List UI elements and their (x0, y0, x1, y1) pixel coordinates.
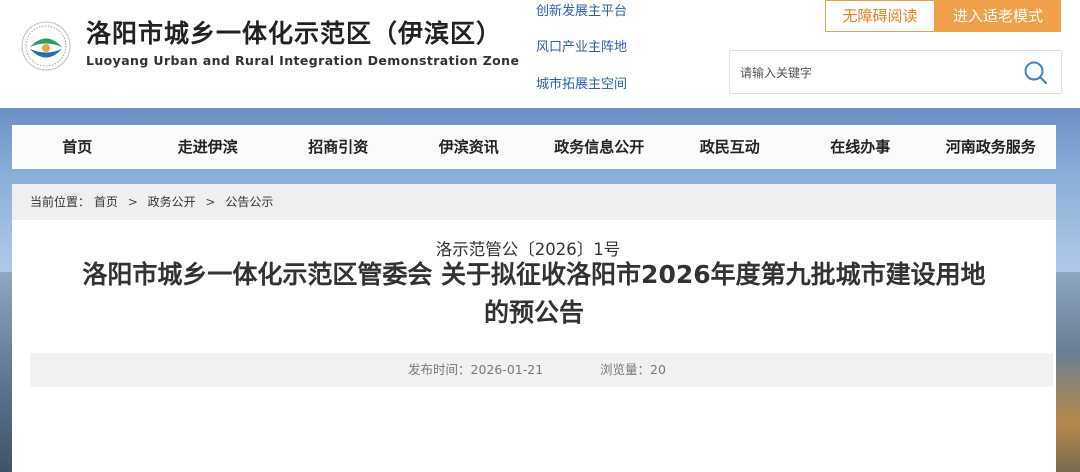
view-count: 浏览量：20 (600, 362, 666, 377)
site-header: 洛阳市城乡一体化示范区（伊滨区） Luoyang Urban and Rural… (0, 0, 1080, 108)
site-subtitle: Luoyang Urban and Rural Integration Demo… (86, 53, 520, 68)
nav-item-investment[interactable]: 招商引资 (273, 125, 404, 169)
breadcrumb-gov-open[interactable]: 政务公开 (148, 195, 196, 209)
nav-item-interaction[interactable]: 政民互动 (665, 125, 796, 169)
nav-item-home[interactable]: 首页 (12, 125, 143, 169)
quick-link-city-expansion[interactable]: 城市拓展主空间 (536, 73, 627, 92)
article-title: 洛阳市城乡一体化示范区管委会 关于拟征收洛阳市2026年度第九批城市建设用地的预… (82, 260, 986, 327)
nav-item-gov-info[interactable]: 政务信息公开 (534, 125, 665, 169)
search-input[interactable] (740, 61, 1010, 85)
breadcrumb-separator: > (127, 195, 138, 209)
logo-icon[interactable] (20, 20, 72, 72)
accessibility-reading-button[interactable]: 无障碍阅读 (825, 0, 935, 32)
elder-mode-button[interactable]: 进入适老模式 (935, 0, 1061, 32)
quick-link-industry[interactable]: 风口产业主阵地 (536, 36, 627, 55)
breadcrumb-separator: > (205, 195, 216, 209)
document-number: 洛示范管公〔2026〕1号 (435, 240, 621, 259)
breadcrumb-notices[interactable]: 公告公示 (225, 195, 273, 209)
search-box (729, 50, 1062, 94)
publish-time: 发布时间：2026-01-21 (408, 362, 544, 377)
nav-item-news[interactable]: 伊滨资讯 (404, 125, 535, 169)
main-nav: 首页 走进伊滨 招商引资 伊滨资讯 政务信息公开 政民互动 在线办事 河南政务服… (12, 125, 1056, 169)
article-meta: 发布时间：2026-01-21 浏览量：20 (30, 353, 1053, 387)
nav-item-about-yibin[interactable]: 走进伊滨 (143, 125, 274, 169)
breadcrumb-prefix: 当前位置： (30, 195, 91, 209)
breadcrumb: 当前位置： 首页 > 政务公开 > 公告公示 (12, 184, 1056, 220)
article-panel: 当前位置： 首页 > 政务公开 > 公告公示 洛阳市城乡一体化示范区管委会 关于… (12, 184, 1056, 472)
breadcrumb-home[interactable]: 首页 (94, 195, 118, 209)
site-title: 洛阳市城乡一体化示范区（伊滨区） (86, 19, 503, 48)
nav-item-online-services[interactable]: 在线办事 (795, 125, 926, 169)
search-icon[interactable] (1023, 60, 1049, 86)
quick-link-innovation[interactable]: 创新发展主平台 (536, 0, 627, 19)
nav-item-henan-services[interactable]: 河南政务服务 (926, 125, 1057, 169)
